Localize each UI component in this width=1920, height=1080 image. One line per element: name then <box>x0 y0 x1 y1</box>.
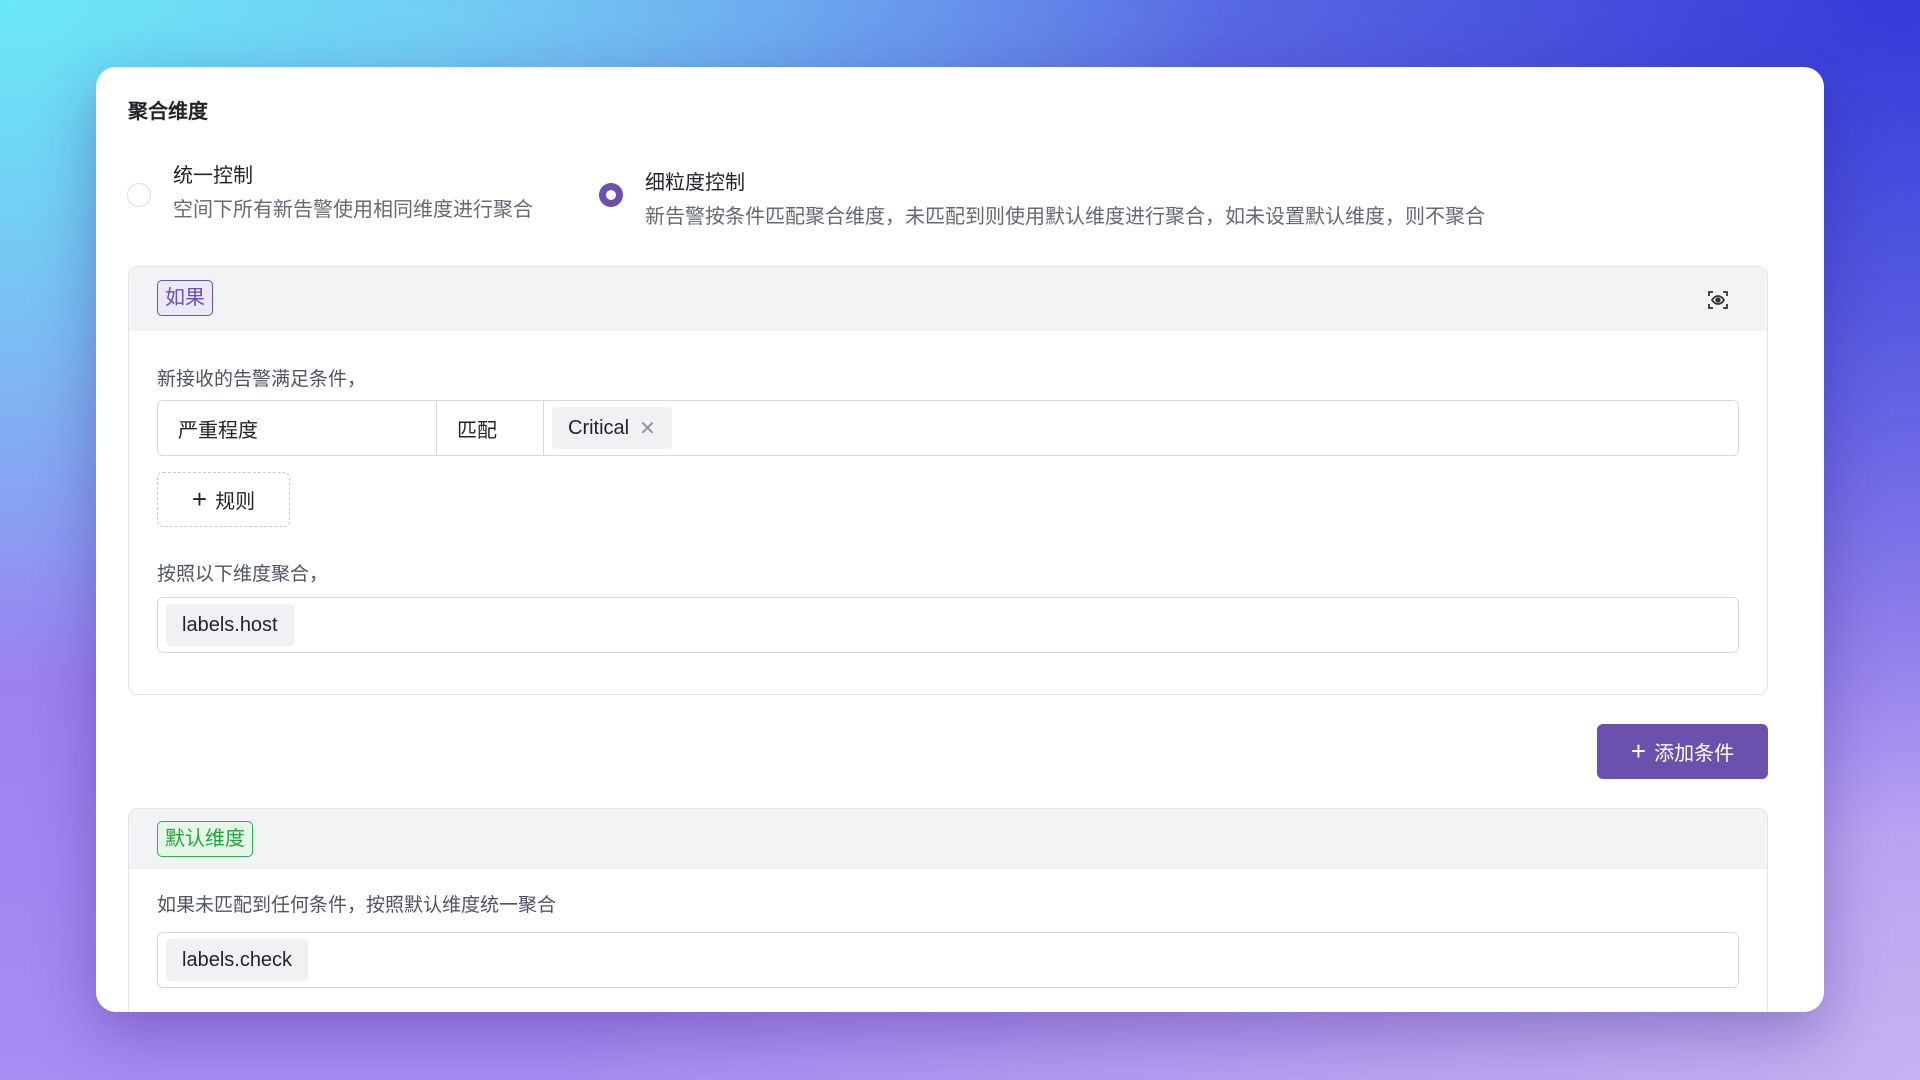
rule-row: 严重程度 匹配 Critical ✕ <box>157 400 1739 456</box>
rule-field-select[interactable]: 严重程度 <box>158 401 437 455</box>
rule-operator-select[interactable]: 匹配 <box>437 401 544 455</box>
plus-icon: + <box>1630 736 1647 766</box>
value-chip: Critical ✕ <box>552 407 672 449</box>
radio-unified-control[interactable] <box>127 183 151 207</box>
condition-panel: 如果 新接收的告警满足条件， 严重程度 匹配 Critical ✕ + 规则 按… <box>128 266 1768 695</box>
add-condition-label: 添加条件 <box>1654 743 1735 765</box>
add-rule-button[interactable]: + 规则 <box>157 472 290 527</box>
dimension-chip: labels.check <box>166 939 309 981</box>
if-tag: 如果 <box>157 280 213 316</box>
value-chip-label: Critical <box>568 416 630 439</box>
default-panel-header <box>129 809 1767 869</box>
default-description: 如果未匹配到任何条件，按照默认维度统一聚合 <box>157 895 557 916</box>
radio-unified-label[interactable]: 统一控制 <box>173 159 253 188</box>
rule-values-input[interactable]: Critical ✕ <box>544 401 1738 455</box>
group-by-label: 按照以下维度聚合， <box>157 564 329 585</box>
default-dimension-panel: 默认维度 如果未匹配到任何条件，按照默认维度统一聚合 labels.check <box>128 808 1768 1012</box>
add-rule-label: 规则 <box>215 491 256 513</box>
plus-icon: + <box>191 484 208 514</box>
eye-scan-icon[interactable] <box>1707 289 1729 311</box>
match-condition-label: 新接收的告警满足条件， <box>157 369 367 390</box>
radio-fine-grained-description: 新告警按条件匹配聚合维度，未匹配到则使用默认维度进行聚合，如未设置默认维度，则不… <box>645 206 1485 228</box>
radio-unified-description: 空间下所有新告警使用相同维度进行聚合 <box>173 199 533 221</box>
radio-fine-grained-control[interactable] <box>599 183 623 207</box>
aggregation-settings-card: 聚合维度 统一控制 空间下所有新告警使用相同维度进行聚合 细粒度控制 新告警按条… <box>96 67 1824 1012</box>
close-icon[interactable]: ✕ <box>639 416 656 441</box>
add-condition-button[interactable]: + 添加条件 <box>1597 724 1768 779</box>
default-dimension-input[interactable]: labels.check <box>157 932 1739 988</box>
condition-panel-header <box>129 267 1767 331</box>
default-dimension-tag: 默认维度 <box>157 821 253 857</box>
radio-fine-grained-label[interactable]: 细粒度控制 <box>645 166 745 195</box>
dimension-input[interactable]: labels.host <box>157 597 1739 653</box>
section-title: 聚合维度 <box>128 101 208 123</box>
dimension-chip: labels.host <box>166 604 294 646</box>
